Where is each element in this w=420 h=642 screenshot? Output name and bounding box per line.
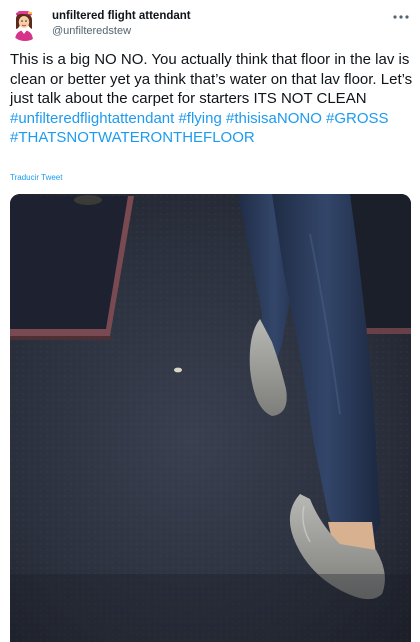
flight-attendant-avatar-icon (8, 7, 42, 41)
tweet-header: unfiltered flight attendant @unfiltereds… (8, 2, 191, 46)
avatar[interactable] (8, 7, 42, 41)
hashtag-link[interactable]: #unfilteredflightattendant (10, 110, 174, 127)
tweet-text: This is a big NO NO. You actually think … (10, 50, 414, 148)
handle[interactable]: @unfilteredstew (52, 25, 191, 38)
translate-tweet-link[interactable]: Traducir Tweet (10, 173, 62, 182)
hashtag-link[interactable]: #thisisaNONO (226, 110, 322, 127)
tweet-text-main: This is a big NO NO. You actually think … (10, 51, 413, 107)
tweet-photo[interactable] (10, 194, 411, 642)
tweet-card[interactable]: unfiltered flight attendant @unfiltereds… (0, 0, 420, 642)
hashtag-link[interactable]: #flying (178, 110, 221, 127)
display-name[interactable]: unfiltered flight attendant (52, 10, 191, 24)
aircraft-lavatory-floor-photo (10, 194, 411, 642)
hashtag-link[interactable]: #GROSS (326, 110, 389, 127)
more-options-icon[interactable] (392, 8, 410, 24)
author-names[interactable]: unfiltered flight attendant @unfiltereds… (52, 10, 191, 38)
more-dots-glyph (393, 15, 409, 19)
hashtag-link[interactable]: #THATSNOTWATERONTHEFLOOR (10, 129, 255, 146)
